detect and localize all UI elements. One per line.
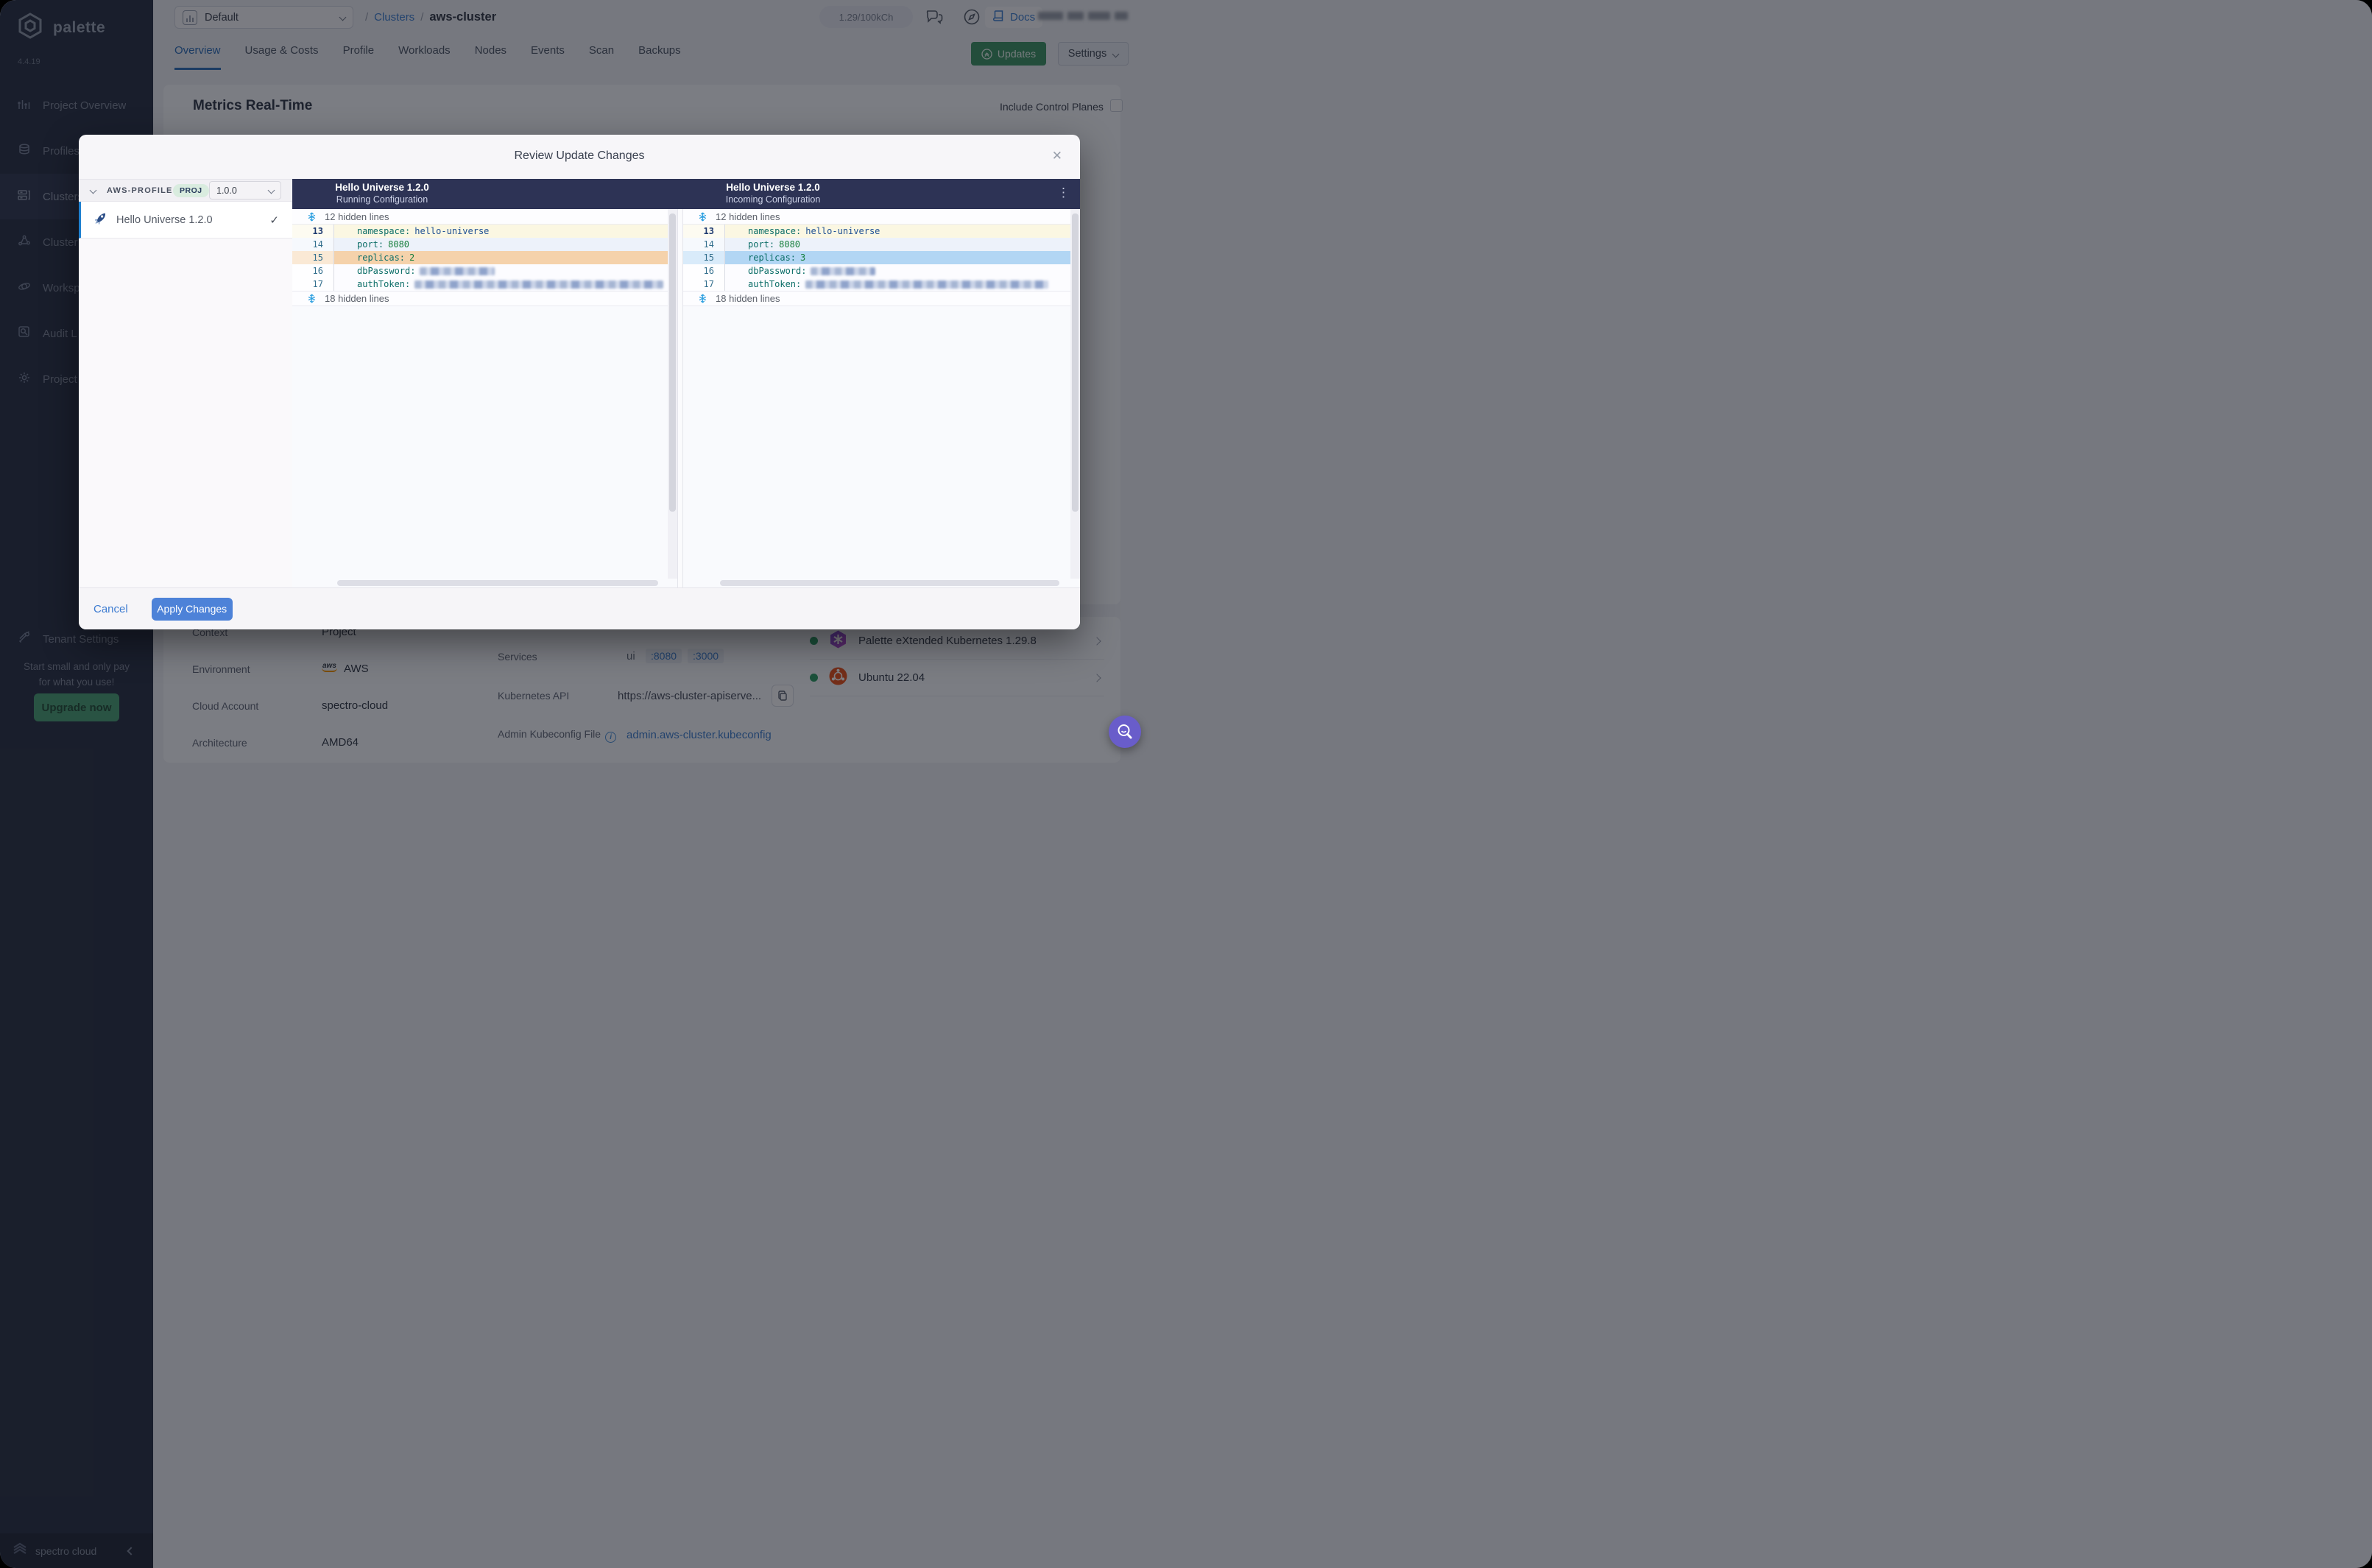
hidden-lines-toggle[interactable]: 18 hidden lines — [292, 291, 677, 306]
check-icon: ✓ — [269, 213, 279, 227]
chevron-down-icon — [267, 186, 275, 194]
profile-item-hello-universe[interactable]: Hello Universe 1.2.0 ✓ — [79, 202, 292, 239]
horizontal-scrollbar[interactable] — [292, 579, 668, 587]
yaml-key: port: — [748, 239, 775, 250]
review-update-changes-modal: Review Update Changes ✕ AWS-PROFILE PROJ… — [79, 135, 1080, 629]
panel-divider — [677, 209, 683, 587]
code-line[interactable]: 16 dbPassword: — [292, 264, 677, 278]
yaml-key: authToken: — [357, 279, 411, 289]
line-number: 14 — [292, 238, 334, 251]
hidden-lines-label: 12 hidden lines — [325, 211, 389, 222]
horizontal-scrollbar[interactable] — [683, 579, 1070, 587]
profiles-pane: AWS-PROFILE PROJ 1.0.0 Hello Universe 1.… — [79, 179, 292, 587]
unfold-lines-icon — [699, 294, 707, 303]
profile-version-select[interactable]: 1.0.0 — [209, 181, 281, 199]
running-configuration-panel: 12 hidden lines 13 namespace: hello-univer… — [292, 209, 677, 587]
panel-title: Hello Universe 1.2.0 — [335, 182, 429, 193]
redacted-value — [805, 280, 1049, 289]
code-line[interactable]: 13 namespace: hello-universe — [683, 225, 1080, 238]
yaml-key: replicas: — [748, 252, 797, 263]
code-line-changed[interactable]: 15 replicas: 3 — [683, 251, 1080, 264]
scope-badge: PROJ — [173, 183, 209, 197]
redacted-value — [420, 266, 495, 275]
running-config-header: Hello Universe 1.2.0 Running Configurati… — [294, 182, 470, 206]
profile-item-label: Hello Universe 1.2.0 — [116, 213, 213, 226]
line-number: 15 — [683, 251, 725, 264]
code-line[interactable]: 17 authToken: — [292, 278, 677, 291]
apply-changes-button[interactable]: Apply Changes — [151, 597, 233, 621]
diff-header: Hello Universe 1.2.0 Running Configurati… — [292, 179, 1080, 209]
code-line[interactable]: 16 dbPassword: — [683, 264, 1080, 278]
incoming-config-header: Hello Universe 1.2.0 Incoming Configurat… — [685, 182, 861, 206]
profile-name: AWS-PROFILE — [107, 186, 173, 195]
line-number: 17 — [292, 278, 334, 291]
modal-title: Review Update Changes — [514, 149, 645, 162]
yaml-key: port: — [357, 239, 384, 250]
cancel-button[interactable]: Cancel — [93, 603, 128, 615]
modal-footer: Cancel Apply Changes — [79, 587, 1080, 629]
app-window: palette 4.4.19 Project Overview Profiles… — [0, 0, 2372, 1568]
panel-subtitle: Running Configuration — [336, 194, 428, 205]
rocket-icon — [93, 211, 107, 229]
close-icon[interactable]: ✕ — [1052, 149, 1062, 163]
unfold-lines-icon — [308, 212, 316, 221]
hidden-lines-label: 18 hidden lines — [325, 293, 389, 304]
yaml-key: replicas: — [357, 252, 406, 263]
code-line-changed[interactable]: 15 replicas: 2 — [292, 251, 677, 264]
code-line[interactable]: 17 authToken: — [683, 278, 1080, 291]
modal-title-bar: Review Update Changes ✕ — [79, 135, 1080, 179]
unfold-lines-icon — [308, 294, 316, 303]
yaml-value: 8080 — [779, 239, 801, 250]
yaml-key: namespace: — [748, 226, 802, 236]
redacted-value — [414, 280, 664, 289]
hidden-lines-toggle[interactable]: 18 hidden lines — [683, 291, 1080, 306]
line-number: 16 — [292, 264, 334, 278]
line-number: 16 — [683, 264, 725, 278]
yaml-value: 8080 — [388, 239, 410, 250]
incoming-configuration-panel: 12 hidden lines 13 namespace: hello-univer… — [683, 209, 1080, 587]
line-number: 15 — [292, 251, 334, 264]
yaml-key: namespace: — [357, 226, 411, 236]
code-line[interactable]: 13 namespace: hello-universe — [292, 225, 677, 238]
search-smile-icon — [1118, 724, 1132, 739]
hidden-lines-label: 18 hidden lines — [716, 293, 780, 304]
chevron-down-icon — [89, 186, 97, 194]
profile-selector-row[interactable]: AWS-PROFILE PROJ 1.0.0 — [79, 179, 292, 202]
code-line[interactable]: 14 port: 8080 — [683, 238, 1080, 251]
yaml-value: 2 — [409, 252, 415, 263]
profile-version-value: 1.0.0 — [216, 185, 237, 196]
line-number: 13 — [683, 225, 725, 238]
line-number: 14 — [683, 238, 725, 251]
hidden-lines-toggle[interactable]: 12 hidden lines — [683, 209, 1080, 225]
code-line[interactable]: 14 port: 8080 — [292, 238, 677, 251]
vertical-scrollbar[interactable] — [668, 209, 677, 579]
line-number: 17 — [683, 278, 725, 291]
vertical-scrollbar[interactable] — [1070, 209, 1080, 579]
yaml-key: dbPassword: — [357, 266, 416, 276]
yaml-value: hello-universe — [805, 226, 880, 236]
yaml-value: 3 — [800, 252, 806, 263]
panel-subtitle: Incoming Configuration — [725, 194, 821, 205]
kebab-menu-icon[interactable]: ⋮ — [1057, 186, 1070, 200]
diff-viewer: Hello Universe 1.2.0 Running Configurati… — [292, 179, 1080, 587]
panel-title: Hello Universe 1.2.0 — [726, 182, 820, 193]
hidden-lines-toggle[interactable]: 12 hidden lines — [292, 209, 677, 225]
hidden-lines-label: 12 hidden lines — [716, 211, 780, 222]
yaml-value: hello-universe — [414, 226, 490, 236]
yaml-key: dbPassword: — [748, 266, 807, 276]
unfold-lines-icon — [699, 212, 707, 221]
redacted-value — [811, 266, 876, 275]
yaml-key: authToken: — [748, 279, 802, 289]
line-number: 13 — [292, 225, 334, 238]
support-search-fab[interactable] — [1109, 716, 1141, 748]
